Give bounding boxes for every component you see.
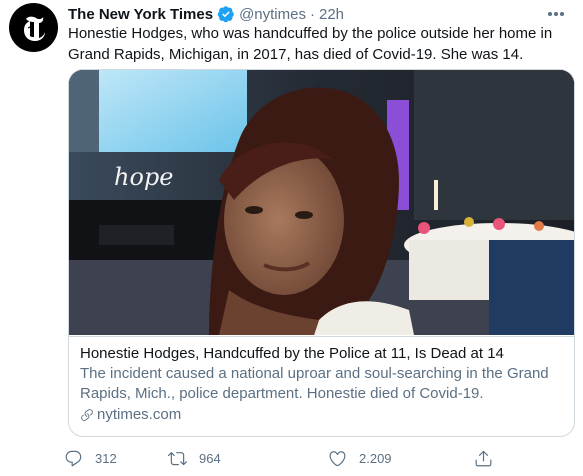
verified-badge-icon — [217, 5, 235, 23]
share-button[interactable] — [474, 446, 505, 470]
account-handle[interactable]: @nytimes — [239, 6, 306, 23]
link-card[interactable]: hope Honestie Hodges, Handcuffed by the … — [68, 69, 575, 437]
like-count: 2.209 — [359, 450, 392, 466]
separator-dot: · — [309, 5, 315, 23]
nyt-t-logo-icon — [23, 16, 45, 41]
card-description: The incident caused a national uproar an… — [80, 365, 549, 402]
retweet-count: 964 — [199, 450, 221, 466]
card-body[interactable]: Honestie Hodges, Handcuffed by the Polic… — [69, 336, 574, 425]
card-domain: nytimes.com — [97, 406, 182, 423]
like-button[interactable]: 2.209 — [328, 446, 392, 470]
retweet-button[interactable]: 964 — [168, 446, 221, 470]
like-icon — [328, 449, 347, 468]
display-name[interactable]: The New York Times — [68, 6, 213, 23]
reply-button[interactable]: 312 — [64, 446, 117, 470]
reply-icon — [64, 449, 83, 468]
link-icon — [80, 408, 94, 422]
card-title: Honestie Hodges, Handcuffed by the Polic… — [80, 345, 504, 362]
more-options-icon[interactable] — [544, 6, 568, 22]
tweet-timestamp[interactable]: 22h — [319, 6, 344, 23]
svg-text:hope: hope — [114, 163, 173, 191]
account-avatar[interactable] — [9, 3, 58, 52]
card-image[interactable]: hope — [69, 70, 574, 335]
card-domain-row: nytimes.com — [80, 405, 562, 425]
reply-count: 312 — [95, 450, 117, 466]
retweet-icon — [168, 449, 187, 468]
tweet-header: The New York Times @nytimes · 22h — [68, 4, 344, 24]
tweet-text: Honestie Hodges, who was handcuffed by t… — [68, 25, 553, 63]
action-bar: 312 964 2.209 — [64, 446, 504, 470]
share-icon — [474, 449, 493, 468]
tweet[interactable]: The New York Times @nytimes · 22h Honest… — [0, 0, 583, 476]
